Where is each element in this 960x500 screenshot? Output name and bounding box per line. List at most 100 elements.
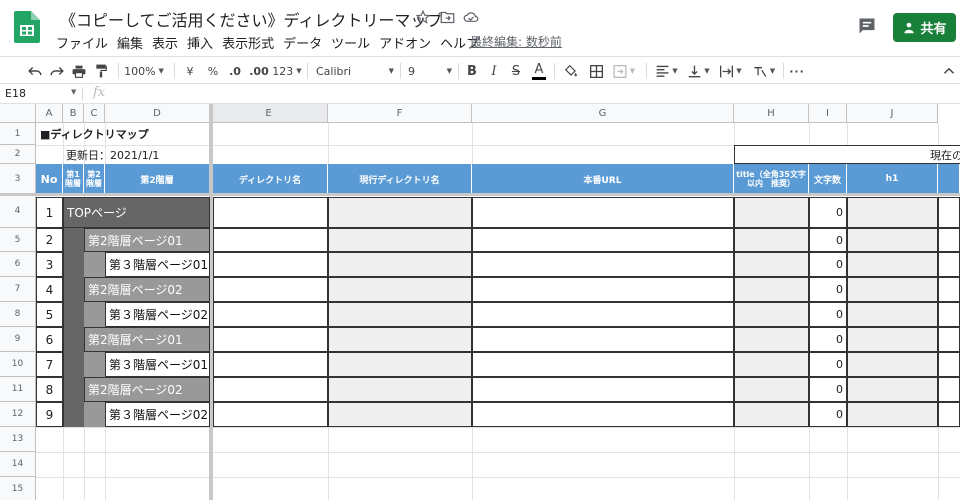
select-all-corner[interactable] xyxy=(0,104,36,123)
data-cell[interactable] xyxy=(938,352,960,377)
data-cell[interactable] xyxy=(847,252,938,277)
char-count-cell[interactable]: 0 xyxy=(809,197,847,228)
char-count-cell[interactable]: 0 xyxy=(809,327,847,352)
data-cell[interactable] xyxy=(734,197,809,228)
data-cell[interactable] xyxy=(938,302,960,327)
menu-data[interactable]: データ xyxy=(283,33,322,52)
merge-cells-icon[interactable]: ▼ xyxy=(610,61,638,81)
data-cell[interactable] xyxy=(213,302,328,327)
data-cell[interactable] xyxy=(472,197,734,228)
font-family-select[interactable]: Calibri ▼ xyxy=(316,61,394,81)
more-formats-select[interactable]: 123 ▼ xyxy=(272,61,302,81)
page-name-cell[interactable]: 第2階層ページ01 xyxy=(84,228,210,252)
data-cell[interactable] xyxy=(213,252,328,277)
horizontal-align-icon[interactable]: ▼ xyxy=(654,61,680,81)
name-box[interactable]: E18 xyxy=(5,87,26,100)
char-count-cell[interactable]: 0 xyxy=(809,277,847,302)
row-header-5[interactable]: 5 xyxy=(0,228,36,252)
page-name-cell[interactable]: 第2階層ページ02 xyxy=(84,277,210,302)
data-cell[interactable] xyxy=(938,402,960,427)
row-header-12[interactable]: 12 xyxy=(0,402,36,427)
paint-format-icon[interactable] xyxy=(92,61,110,81)
data-cell[interactable] xyxy=(472,252,734,277)
page-name-cell[interactable]: 第３階層ページ01 xyxy=(105,252,210,277)
data-cell[interactable] xyxy=(938,197,960,228)
document-title[interactable]: 《コピーしてご活用ください》ディレクトリーマップ xyxy=(60,7,442,31)
page-name-cell[interactable]: 第３階層ページ01 xyxy=(105,352,210,377)
char-count-cell[interactable]: 0 xyxy=(809,302,847,327)
data-cell[interactable] xyxy=(328,352,472,377)
row-header-6[interactable]: 6 xyxy=(0,252,36,277)
page-name-cell[interactable]: TOPページ xyxy=(63,197,210,228)
fill-color-icon[interactable] xyxy=(562,61,580,81)
row-header-8[interactable]: 8 xyxy=(0,302,36,327)
font-size-select[interactable]: 9 ▼ xyxy=(408,61,452,81)
row-number-cell[interactable]: 2 xyxy=(36,228,63,252)
cloud-saved-icon[interactable] xyxy=(463,9,479,25)
zoom-select[interactable]: 100% ▼ xyxy=(124,61,164,81)
data-cell[interactable] xyxy=(847,327,938,352)
data-cell[interactable] xyxy=(472,277,734,302)
data-cell[interactable] xyxy=(213,402,328,427)
column-header-h[interactable]: H xyxy=(734,104,809,123)
comment-history-icon[interactable] xyxy=(857,16,879,38)
row-header-7[interactable]: 7 xyxy=(0,277,36,302)
column-header-d[interactable]: D xyxy=(105,104,210,123)
data-cell[interactable] xyxy=(938,277,960,302)
text-wrap-icon[interactable]: ▼ xyxy=(718,61,744,81)
data-cell[interactable] xyxy=(213,327,328,352)
row-header-10[interactable]: 10 xyxy=(0,352,36,377)
data-cell[interactable] xyxy=(847,352,938,377)
text-rotation-icon[interactable]: ▼ xyxy=(750,61,778,81)
data-cell[interactable] xyxy=(734,377,809,402)
star-icon[interactable] xyxy=(415,9,431,25)
page-name-cell[interactable]: 第３階層ページ02 xyxy=(105,402,210,427)
column-header-j[interactable]: J xyxy=(847,104,938,123)
data-cell[interactable] xyxy=(938,377,960,402)
menu-format[interactable]: 表示形式 xyxy=(222,33,274,52)
row-header-14[interactable]: 14 xyxy=(0,452,36,477)
data-cell[interactable] xyxy=(734,327,809,352)
row-number-cell[interactable]: 8 xyxy=(36,377,63,402)
decrease-decimal-button[interactable]: .0 xyxy=(226,61,244,81)
data-cell[interactable] xyxy=(847,402,938,427)
char-count-cell[interactable]: 0 xyxy=(809,352,847,377)
row-number-cell[interactable]: 9 xyxy=(36,402,63,427)
column-header-i[interactable]: I xyxy=(809,104,847,123)
data-cell[interactable] xyxy=(328,327,472,352)
column-header-a[interactable]: A xyxy=(36,104,63,123)
menu-view[interactable]: 表示 xyxy=(152,33,178,52)
vertical-align-icon[interactable]: ▼ xyxy=(686,61,712,81)
row-number-cell[interactable]: 7 xyxy=(36,352,63,377)
data-cell[interactable] xyxy=(472,302,734,327)
char-count-cell[interactable]: 0 xyxy=(809,402,847,427)
redo-icon[interactable] xyxy=(48,61,66,81)
strikethrough-button[interactable]: S xyxy=(509,61,523,81)
row-header-11[interactable]: 11 xyxy=(0,377,36,402)
data-cell[interactable] xyxy=(472,352,734,377)
spreadsheet-grid[interactable]: A B C D E F G H I J 1 2 3 4 5 6 7 8 9 10 11 12 13 14 15 ■ディレクトリマッ… xyxy=(0,104,960,500)
row-number-cell[interactable]: 3 xyxy=(36,252,63,277)
undo-icon[interactable] xyxy=(26,61,44,81)
row-number-cell[interactable]: 4 xyxy=(36,277,63,302)
data-cell[interactable] xyxy=(847,377,938,402)
data-cell[interactable] xyxy=(847,197,938,228)
row-header-3[interactable]: 3 xyxy=(0,164,36,194)
share-button[interactable]: 共有 xyxy=(893,13,956,42)
column-header-f[interactable]: F xyxy=(328,104,472,123)
data-cell[interactable] xyxy=(472,228,734,252)
print-icon[interactable] xyxy=(70,61,88,81)
char-count-cell[interactable]: 0 xyxy=(809,228,847,252)
column-header-g[interactable]: G xyxy=(472,104,734,123)
chevron-down-icon[interactable]: ▼ xyxy=(71,88,76,96)
column-header-e[interactable]: E xyxy=(210,104,328,123)
row-header-13[interactable]: 13 xyxy=(0,427,36,452)
data-cell[interactable] xyxy=(734,352,809,377)
data-cell[interactable] xyxy=(213,352,328,377)
data-cell[interactable] xyxy=(328,228,472,252)
data-cell[interactable] xyxy=(734,252,809,277)
data-cell[interactable] xyxy=(213,228,328,252)
data-cell[interactable] xyxy=(847,277,938,302)
data-cell[interactable] xyxy=(734,228,809,252)
row-header-4[interactable]: 4 xyxy=(0,194,36,228)
